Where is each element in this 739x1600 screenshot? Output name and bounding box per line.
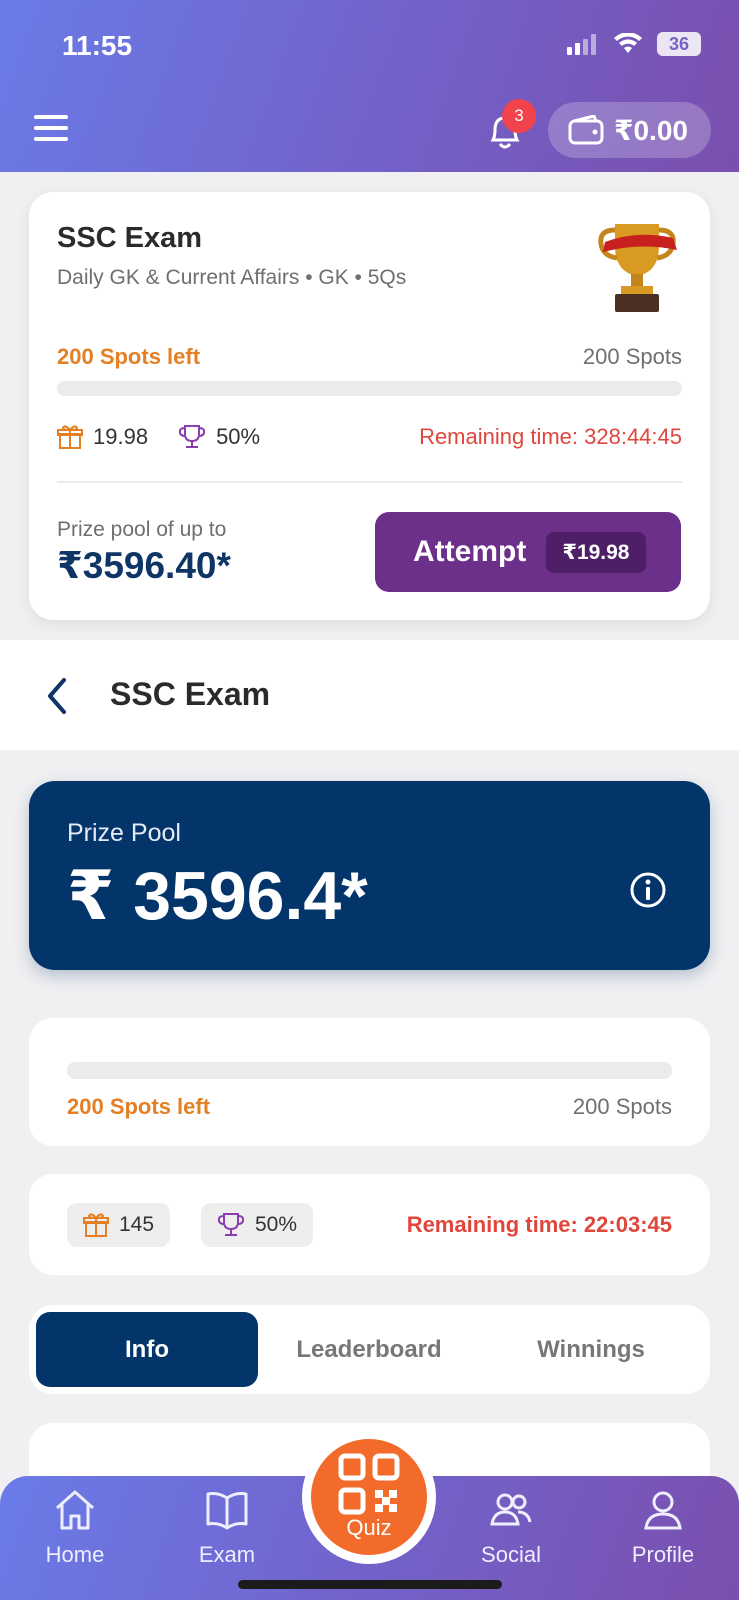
trophy-outline-icon (217, 1213, 245, 1236)
spots-progress-bar (67, 1062, 672, 1079)
gift-icon (83, 1213, 109, 1237)
book-icon (206, 1492, 248, 1530)
spots-total-label: 200 Spots (572, 1094, 672, 1119)
card-divider (57, 481, 682, 483)
remaining-time: Remaining time: 328:44:45 (419, 424, 682, 449)
wallet-balance: ₹0.00 (614, 114, 688, 146)
gift-value: 145 (119, 1213, 155, 1236)
attempt-button[interactable]: Attempt ₹19.98 (375, 512, 681, 592)
wallet-button[interactable]: ₹0.00 (548, 102, 711, 158)
nav-social[interactable]: Social (451, 1488, 571, 1568)
menu-icon[interactable] (34, 115, 68, 148)
win-percent-stat: 50% (178, 424, 260, 450)
nav-quiz[interactable]: Quiz (311, 1439, 427, 1555)
notification-badge: 3 (502, 99, 536, 133)
trophy-icon (598, 224, 677, 312)
status-time: 11:55 (62, 30, 133, 61)
people-icon (490, 1493, 532, 1526)
tab-winnings[interactable]: Winnings (480, 1312, 702, 1387)
nav-exam[interactable]: Exam (167, 1488, 287, 1568)
tab-leaderboard[interactable]: Leaderboard (258, 1312, 480, 1387)
battery-indicator: 36 (657, 32, 701, 56)
prize-pool-amount: ₹3596.40* (57, 545, 231, 586)
nav-profile[interactable]: Profile (603, 1488, 723, 1568)
remaining-time: Remaining time: 22:03:45 (406, 1212, 672, 1237)
reward-stat: 19.98 (57, 424, 148, 450)
home-indicator (238, 1580, 502, 1589)
contest-card[interactable]: SSC Exam Daily GK & Current Affairs • GK… (29, 192, 710, 620)
nav-exam-label: Exam (198, 1542, 256, 1567)
prize-pool-value: ₹ 3596.4* (67, 858, 368, 934)
status-icons: 36 (567, 32, 701, 56)
qr-code-icon (338, 1453, 400, 1515)
contest-stats: 19.98 50% (57, 424, 290, 450)
spots-total-label: 200 Spots (582, 344, 682, 369)
stats-card: 145 50% Remaining time: 22:03:45 (29, 1174, 710, 1275)
win-percent-value: 50% (255, 1213, 298, 1236)
prize-pool-label: Prize Pool (67, 819, 181, 847)
page-nav-bar: SSC Exam (0, 640, 739, 750)
nav-home[interactable]: Home (15, 1488, 135, 1568)
back-arrow-icon[interactable] (42, 676, 72, 716)
prize-pool-card: Prize Pool ₹ 3596.4* (29, 781, 710, 970)
nav-social-label: Social (481, 1542, 541, 1567)
wifi-icon (614, 33, 642, 53)
nav-profile-label: Profile (631, 1542, 695, 1567)
info-icon[interactable] (629, 871, 667, 909)
user-icon (644, 1491, 682, 1530)
cellular-signal-icon (567, 34, 596, 55)
reward-value: 19.98 (93, 424, 149, 449)
spots-card: 200 Spots left 200 Spots (29, 1018, 710, 1146)
app-header: 11:55 36 3 ₹0.00 (0, 0, 739, 172)
attempt-fee-badge: ₹19.98 (546, 531, 646, 573)
contest-title: SSC Exam (57, 222, 203, 254)
trophy-outline-icon (178, 425, 206, 448)
spots-progress-bar (57, 381, 682, 396)
nav-quiz-label: Quiz (346, 1515, 392, 1540)
spots-left-label: 200 Spots left (67, 1094, 211, 1119)
contest-subtitle: Daily GK & Current Affairs • GK • 5Qs (57, 266, 407, 289)
gift-icon (57, 425, 83, 449)
gift-chip: 145 (67, 1203, 171, 1247)
tab-info[interactable]: Info (36, 1312, 258, 1387)
home-icon (56, 1490, 94, 1530)
nav-home-label: Home (45, 1542, 105, 1567)
win-percent-value: 50% (216, 424, 261, 449)
tab-bar: Info Leaderboard Winnings (29, 1305, 710, 1394)
attempt-label: Attempt (413, 535, 527, 568)
prize-pool-caption: Prize pool of up to (57, 518, 227, 541)
spots-left-label: 200 Spots left (57, 344, 201, 369)
wallet-icon (568, 115, 604, 145)
win-percent-chip: 50% (201, 1203, 314, 1247)
page-title: SSC Exam (110, 676, 271, 712)
